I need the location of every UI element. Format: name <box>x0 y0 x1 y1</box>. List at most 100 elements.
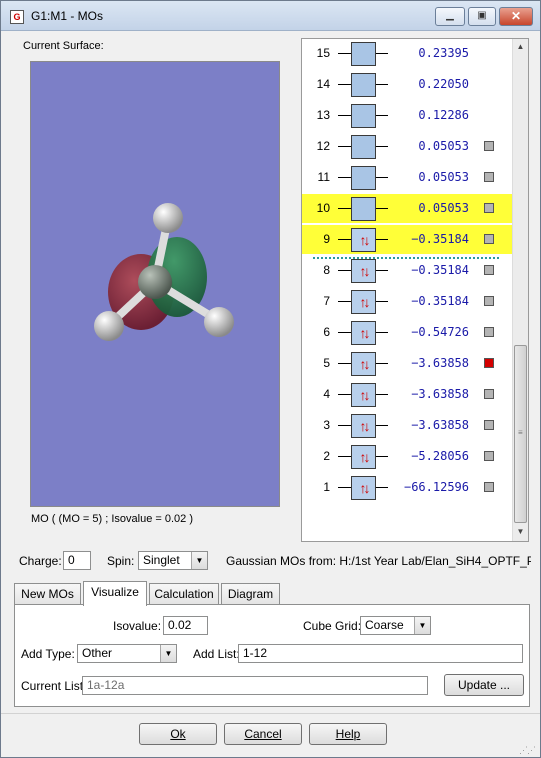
spin-select[interactable]: Singlet ▼ <box>138 551 208 570</box>
level-line <box>376 270 388 271</box>
mo-row[interactable]: 2 ↑↓ −5.28056 <box>302 442 513 471</box>
mo-row[interactable]: 6 ↑↓ −0.54726 <box>302 318 513 347</box>
mo-select-checkbox[interactable] <box>484 358 494 368</box>
electron-pair-icon: ↑↓ <box>359 294 371 310</box>
level-line <box>376 363 388 364</box>
mo-list-scrollbar[interactable]: ▲ ≡ ▼ <box>512 39 528 541</box>
mo-number: 6 <box>323 325 330 339</box>
scroll-up-icon[interactable]: ▲ <box>515 42 526 51</box>
mo-energy: −3.63858 <box>411 356 469 370</box>
mo-number: 3 <box>323 418 330 432</box>
electron-pair-icon: ↑↓ <box>359 263 371 279</box>
add-type-select[interactable]: Other ▼ <box>77 644 177 663</box>
divider <box>1 713 540 714</box>
mo-row[interactable]: 3 ↑↓ −3.63858 <box>302 411 513 440</box>
mo-select-checkbox[interactable] <box>484 327 494 337</box>
current-list-label: Current List: <box>21 679 87 693</box>
level-line <box>376 208 388 209</box>
maximize-button[interactable]: ▣ <box>468 7 496 26</box>
electron-pair-icon: ↑↓ <box>359 356 371 372</box>
mo-caption: MO ( (MO = 5) ; Isovalue = 0.02 ) <box>31 513 193 525</box>
cancel-label: Cancel <box>244 727 282 741</box>
minimize-button[interactable]: ▁ <box>435 7 465 26</box>
mo-row[interactable]: 11 0.05053 <box>302 163 513 192</box>
chevron-down-icon[interactable]: ▼ <box>414 617 430 634</box>
occupied-orbital-box: ↑↓ <box>351 290 376 314</box>
tab-diagram[interactable]: Diagram <box>221 583 280 605</box>
electron-pair-icon: ↑↓ <box>359 325 371 341</box>
close-button[interactable]: ✕ <box>499 7 533 26</box>
mo-select-checkbox[interactable] <box>484 389 494 399</box>
mo-row[interactable]: 5 ↑↓ −3.63858 <box>302 349 513 378</box>
mo-row[interactable]: 13 0.12286 <box>302 101 513 130</box>
hydrogen-atom <box>94 311 124 341</box>
mo-select-checkbox[interactable] <box>484 420 494 430</box>
mo-row[interactable]: 12 0.05053 <box>302 132 513 161</box>
mo-select-checkbox[interactable] <box>484 482 494 492</box>
add-list-field[interactable]: 1-12 <box>238 644 523 663</box>
mo-row[interactable]: 7 ↑↓ −0.35184 <box>302 287 513 316</box>
mo-select-checkbox[interactable] <box>484 296 494 306</box>
mo-number: 15 <box>316 46 330 60</box>
mo-number: 11 <box>317 170 330 184</box>
mo-select-checkbox[interactable] <box>484 203 494 213</box>
mo-energy: 0.23395 <box>418 46 469 60</box>
mo-number: 12 <box>316 139 330 153</box>
mo-number: 7 <box>323 294 330 308</box>
mo-select-checkbox[interactable] <box>484 265 494 275</box>
tab-calculation[interactable]: Calculation <box>149 583 219 605</box>
mo-row[interactable]: 15 0.23395 <box>302 39 513 68</box>
isovalue-label: Isovalue: <box>113 619 162 633</box>
mo-number: 14 <box>316 77 330 91</box>
hydrogen-atom <box>204 307 234 337</box>
mo-row[interactable]: 4 ↑↓ −3.63858 <box>302 380 513 409</box>
mo-select-checkbox[interactable] <box>484 451 494 461</box>
scroll-thumb[interactable]: ≡ <box>514 345 527 523</box>
mo-row[interactable]: 8 ↑↓ −0.35184 <box>302 256 513 285</box>
title-bar[interactable]: G G1:M1 - MOs ▁ ▣ ✕ <box>1 1 540 31</box>
isovalue-field[interactable]: 0.02 <box>163 616 208 635</box>
mo-energy: −66.12596 <box>403 480 469 494</box>
cube-grid-select[interactable]: Coarse ▼ <box>360 616 431 635</box>
current-list-field: 1a-12a <box>82 676 428 695</box>
scroll-down-icon[interactable]: ▼ <box>515 527 526 536</box>
cancel-button[interactable]: Cancel <box>224 723 302 745</box>
mo-select-checkbox[interactable] <box>484 234 494 244</box>
mo-row[interactable]: 10 0.05053 <box>302 194 513 223</box>
occupied-orbital-box: ↑↓ <box>351 259 376 283</box>
chevron-down-icon[interactable]: ▼ <box>191 552 207 569</box>
tab-new-mos[interactable]: New MOs <box>14 583 81 605</box>
homo-lumo-separator <box>313 257 499 259</box>
mo-select-checkbox[interactable] <box>484 172 494 182</box>
level-line <box>376 84 388 85</box>
occupied-orbital-box: ↑↓ <box>351 414 376 438</box>
mo-number: 8 <box>323 263 330 277</box>
mo-row[interactable]: 1 ↑↓ −66.12596 <box>302 473 513 502</box>
occupied-orbital-box: ↑↓ <box>351 228 376 252</box>
mo-window: G G1:M1 - MOs ▁ ▣ ✕ Current Surface: MO … <box>0 0 541 758</box>
resize-grip-icon[interactable]: ⋰⋰ <box>519 746 536 755</box>
cube-grid-label: Cube Grid: <box>303 619 362 633</box>
spin-label: Spin: <box>107 554 135 568</box>
surface-viewer[interactable] <box>30 61 280 507</box>
level-line <box>376 115 388 116</box>
mo-energy: 0.05053 <box>418 139 469 153</box>
charge-spin-row: Charge: 0 Spin: Singlet ▼ Gaussian MOs f… <box>1 550 541 574</box>
occupied-orbital-box: ↑↓ <box>351 476 376 500</box>
chevron-down-icon[interactable]: ▼ <box>160 645 176 662</box>
mo-select-checkbox[interactable] <box>484 141 494 151</box>
virtual-orbital-box <box>351 42 376 66</box>
level-line <box>376 456 388 457</box>
virtual-orbital-box <box>351 166 376 190</box>
mo-row[interactable]: 9 ↑↓ −0.35184 <box>302 225 513 254</box>
mo-number: 2 <box>323 449 330 463</box>
charge-field[interactable]: 0 <box>63 551 91 570</box>
mo-energy: 0.05053 <box>418 170 469 184</box>
mo-energy-list[interactable]: 15 0.23395 14 0.22050 13 0.12286 12 0.05053 11 0.… <box>301 38 529 542</box>
mo-row[interactable]: 14 0.22050 <box>302 70 513 99</box>
ok-label: Ok <box>170 727 186 741</box>
ok-button[interactable]: Ok <box>139 723 217 745</box>
tab-visualize[interactable]: Visualize <box>83 581 147 606</box>
help-button[interactable]: Help <box>309 723 387 745</box>
update-button[interactable]: Update ... <box>444 674 524 696</box>
